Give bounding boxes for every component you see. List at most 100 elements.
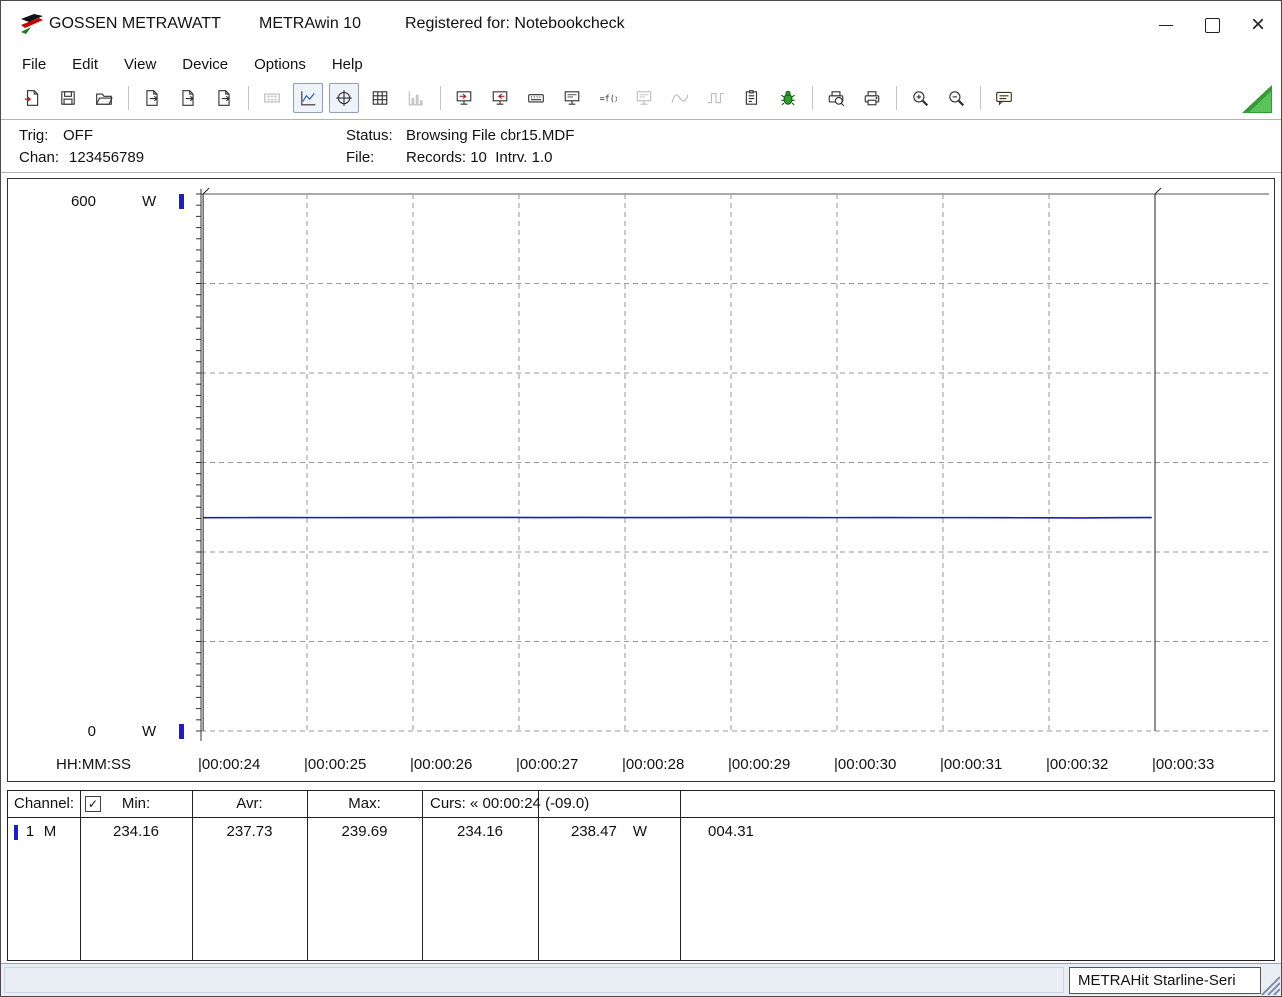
view-numeric-button [257, 83, 287, 113]
y-axis-unit-top: W [142, 193, 157, 210]
device-monitor-button[interactable] [557, 83, 587, 113]
menu-item-help[interactable]: Help [319, 52, 376, 77]
x-tick-label: |00:00:24 [198, 756, 261, 773]
titlebar: GOSSEN METRAWATT METRAwin 10 Registered … [1, 1, 1281, 49]
export-data-button[interactable] [173, 83, 203, 113]
printer-icon [864, 91, 880, 106]
toolbar-separator [440, 86, 441, 110]
export-report-button[interactable] [137, 83, 167, 113]
print-preview-icon [828, 91, 845, 107]
monitor-icon [564, 91, 580, 105]
minimize-button[interactable] [1143, 1, 1189, 49]
app-logo-icon [21, 14, 43, 34]
header-max: Max: [348, 795, 381, 812]
device-send-button[interactable] [449, 83, 479, 113]
toolbar-separator [812, 86, 813, 110]
view-scope-button[interactable] [329, 83, 359, 113]
chart-svg[interactable] [193, 186, 1277, 746]
cell-channel: 1 [25, 823, 35, 840]
x-tick-label: |00:00:33 [1152, 756, 1215, 773]
status-panel: Trig: OFF Chan: 123456789 Status: Browsi… [1, 119, 1281, 173]
close-button[interactable]: × [1235, 1, 1281, 49]
file-value: Records: 10 Intrv. 1.0 [406, 149, 553, 166]
status-value: Browsing File cbr15.MDF [406, 127, 575, 144]
save-file-button[interactable] [53, 83, 83, 113]
x-tick-label: |00:00:27 [516, 756, 579, 773]
menu-item-view[interactable]: View [111, 52, 169, 77]
monitor-icon [636, 91, 652, 105]
menu-item-device[interactable]: Device [169, 52, 241, 77]
table-column-divider [538, 791, 539, 960]
maximize-button[interactable] [1189, 1, 1235, 49]
table-column-divider [422, 791, 423, 960]
x-tick-label: |00:00:26 [410, 756, 473, 773]
header-channel: Channel: [14, 795, 75, 812]
y-axis-max-label: 600 [70, 193, 96, 210]
wave-icon [671, 94, 689, 103]
copy-clipboard-button[interactable] [737, 83, 767, 113]
view-chart-button[interactable] [293, 83, 323, 113]
floppy-icon [61, 91, 75, 105]
clipboard-icon [745, 90, 758, 105]
close-icon: × [1250, 11, 1265, 38]
print-preview-button[interactable] [821, 83, 851, 113]
toolbar-separator [128, 86, 129, 110]
chart-panel: 600 W 0 W HH:MM:SS |00:00:24 |00:00:25 |00… [7, 178, 1275, 782]
print-button[interactable] [857, 83, 887, 113]
note-icon [996, 91, 1012, 106]
crosshair-icon [336, 90, 352, 106]
lcd-icon [264, 93, 280, 103]
fx-icon: =f(x) [600, 93, 617, 103]
zoom-out-icon [949, 91, 965, 107]
header-min: Min: [121, 795, 151, 812]
device-receive-button[interactable] [485, 83, 515, 113]
bar-chart-icon [408, 91, 423, 106]
channel-marker-bottom [179, 724, 184, 739]
maximize-icon [1204, 17, 1220, 33]
y-axis-unit-bottom: W [142, 723, 157, 740]
toolbar: =f(x) [1, 79, 1281, 117]
resize-grip-icon[interactable] [1258, 973, 1280, 995]
folder-open-icon [95, 93, 113, 105]
signal-analog-button [665, 83, 695, 113]
minimize-icon [1159, 24, 1173, 26]
x-tick-label: |00:00:32 [1046, 756, 1109, 773]
x-tick-label: |00:00:30 [834, 756, 897, 773]
export-template-button[interactable] [209, 83, 239, 113]
doc-export-icon [146, 90, 158, 106]
cell-cursor1: 234.16 [457, 823, 503, 840]
annotation-button[interactable] [989, 83, 1019, 113]
device-config-button[interactable] [521, 83, 551, 113]
chan-label: Chan: [19, 149, 60, 166]
x-tick-label: |00:00:31 [940, 756, 1003, 773]
corner-triangle-icon [1242, 85, 1272, 113]
title-brand: GOSSEN METRAWATT [49, 15, 221, 32]
zoom-out-button[interactable] [941, 83, 971, 113]
new-file-button[interactable] [17, 83, 47, 113]
bug-icon [780, 90, 796, 106]
menu-item-options[interactable]: Options [241, 52, 319, 77]
app-window: GOSSEN METRAWATT METRAwin 10 Registered … [0, 0, 1282, 997]
zoom-in-button[interactable] [905, 83, 935, 113]
x-axis: HH:MM:SS |00:00:24 |00:00:25 |00:00:26 |00:… [8, 756, 1274, 780]
chart-plot-area[interactable] [193, 186, 1277, 751]
device-function-button[interactable]: =f(x) [593, 83, 623, 113]
table-column-divider [680, 791, 681, 960]
record-live-button[interactable] [773, 83, 803, 113]
menubar: File Edit View Device Options Help [1, 49, 1281, 79]
menu-item-edit[interactable]: Edit [59, 52, 111, 77]
header-cursor: Curs: « 00:00:24 (-09.0) [430, 795, 590, 812]
line-chart-icon [301, 91, 316, 106]
open-file-button[interactable] [89, 83, 119, 113]
keyboard-icon [528, 94, 544, 103]
window-controls: × [1143, 1, 1281, 49]
trig-label: Trig: [19, 127, 49, 144]
menu-item-file[interactable]: File [9, 52, 59, 77]
cell-cursor2-group: 238.47 W [538, 823, 680, 840]
chan-value: 123456789 [69, 149, 145, 166]
trig-value: OFF [63, 127, 93, 144]
view-table-button[interactable] [365, 83, 395, 113]
doc-export-icon [182, 90, 194, 106]
view-histogram-button [401, 83, 431, 113]
title-app: METRAwin 10 [259, 15, 361, 32]
